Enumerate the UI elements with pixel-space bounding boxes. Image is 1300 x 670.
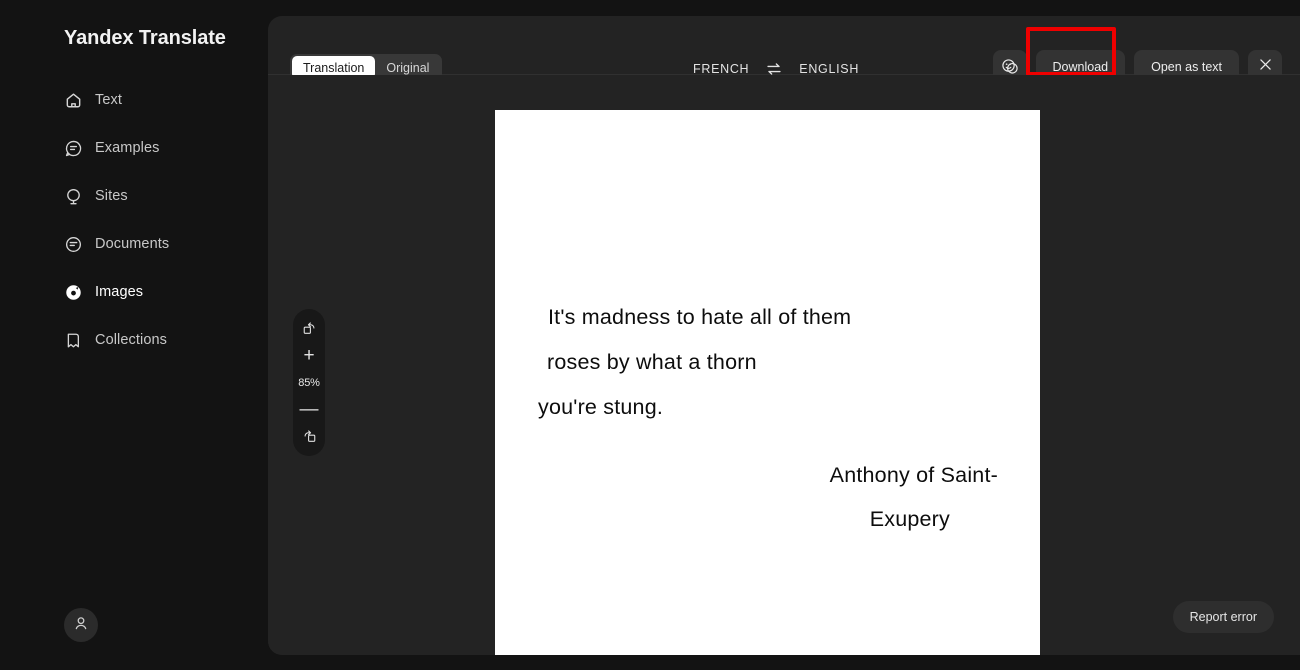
zoom-out-button[interactable]: — (294, 396, 324, 423)
sidebar-item-label: Collections (95, 332, 168, 348)
report-error-button[interactable]: Report error (1172, 601, 1274, 633)
sidebar-item-text[interactable]: Text (0, 84, 268, 116)
collections-icon (64, 331, 83, 350)
zoom-level-label: 85% (298, 376, 320, 389)
rotate-right-icon[interactable] (294, 423, 324, 450)
sidebar-nav: Text Examples Sites Documents Images Col… (0, 84, 268, 372)
sidebar-item-label: Text (95, 92, 122, 108)
sidebar-item-label: Sites (95, 188, 128, 204)
sidebar-item-label: Examples (95, 140, 160, 156)
documents-icon (64, 235, 83, 254)
person-icon (72, 614, 90, 637)
document-line: roses by what a thorn (547, 350, 757, 374)
zoom-toolbar: + 85% — (293, 309, 325, 456)
document-line: It's madness to hate all of them (548, 305, 852, 329)
sidebar: Yandex Translate Text Examples Sites Doc… (0, 0, 268, 670)
sidebar-item-collections[interactable]: Collections (0, 324, 268, 356)
zoom-in-button[interactable]: + (294, 342, 324, 369)
sidebar-item-examples[interactable]: Examples (0, 132, 268, 164)
sidebar-item-label: Images (95, 284, 144, 300)
attribution-line: Exupery (869, 507, 950, 531)
rotate-left-icon[interactable] (294, 315, 324, 342)
zoom-in-label: + (303, 345, 315, 366)
target-language-selector[interactable]: ENGLISH (799, 62, 859, 76)
source-language-selector[interactable]: FRENCH (693, 62, 749, 76)
brand-title: Yandex Translate (64, 27, 226, 49)
images-icon (64, 283, 83, 302)
zoom-out-label: — (299, 399, 319, 420)
home-icon (64, 91, 83, 110)
sidebar-item-label: Documents (95, 236, 170, 252)
document-body-text: It's madness to hate all of them roses b… (495, 295, 1040, 430)
sidebar-item-images[interactable]: Images (0, 276, 268, 308)
document-line: you're stung. (538, 395, 664, 419)
panel-header: Translation Original FRENCH ENGLISH Down… (268, 16, 1300, 84)
examples-bubble-icon (64, 139, 83, 158)
main-panel: Translation Original FRENCH ENGLISH Down… (268, 16, 1300, 655)
document-page: It's madness to hate all of them roses b… (495, 110, 1040, 655)
account-avatar-button[interactable] (64, 608, 98, 642)
yandex-translate-app: Yandex Translate Text Examples Sites Doc… (0, 0, 1300, 670)
sites-balloon-icon (64, 187, 83, 206)
document-viewer: + 85% — It's madness to hate all of them (268, 75, 1300, 655)
attribution-line: Anthony of Saint- (829, 463, 998, 487)
document-attribution: Anthony of Saint- Exupery (495, 453, 1040, 541)
sidebar-item-sites[interactable]: Sites (0, 180, 268, 212)
sidebar-item-documents[interactable]: Documents (0, 228, 268, 260)
